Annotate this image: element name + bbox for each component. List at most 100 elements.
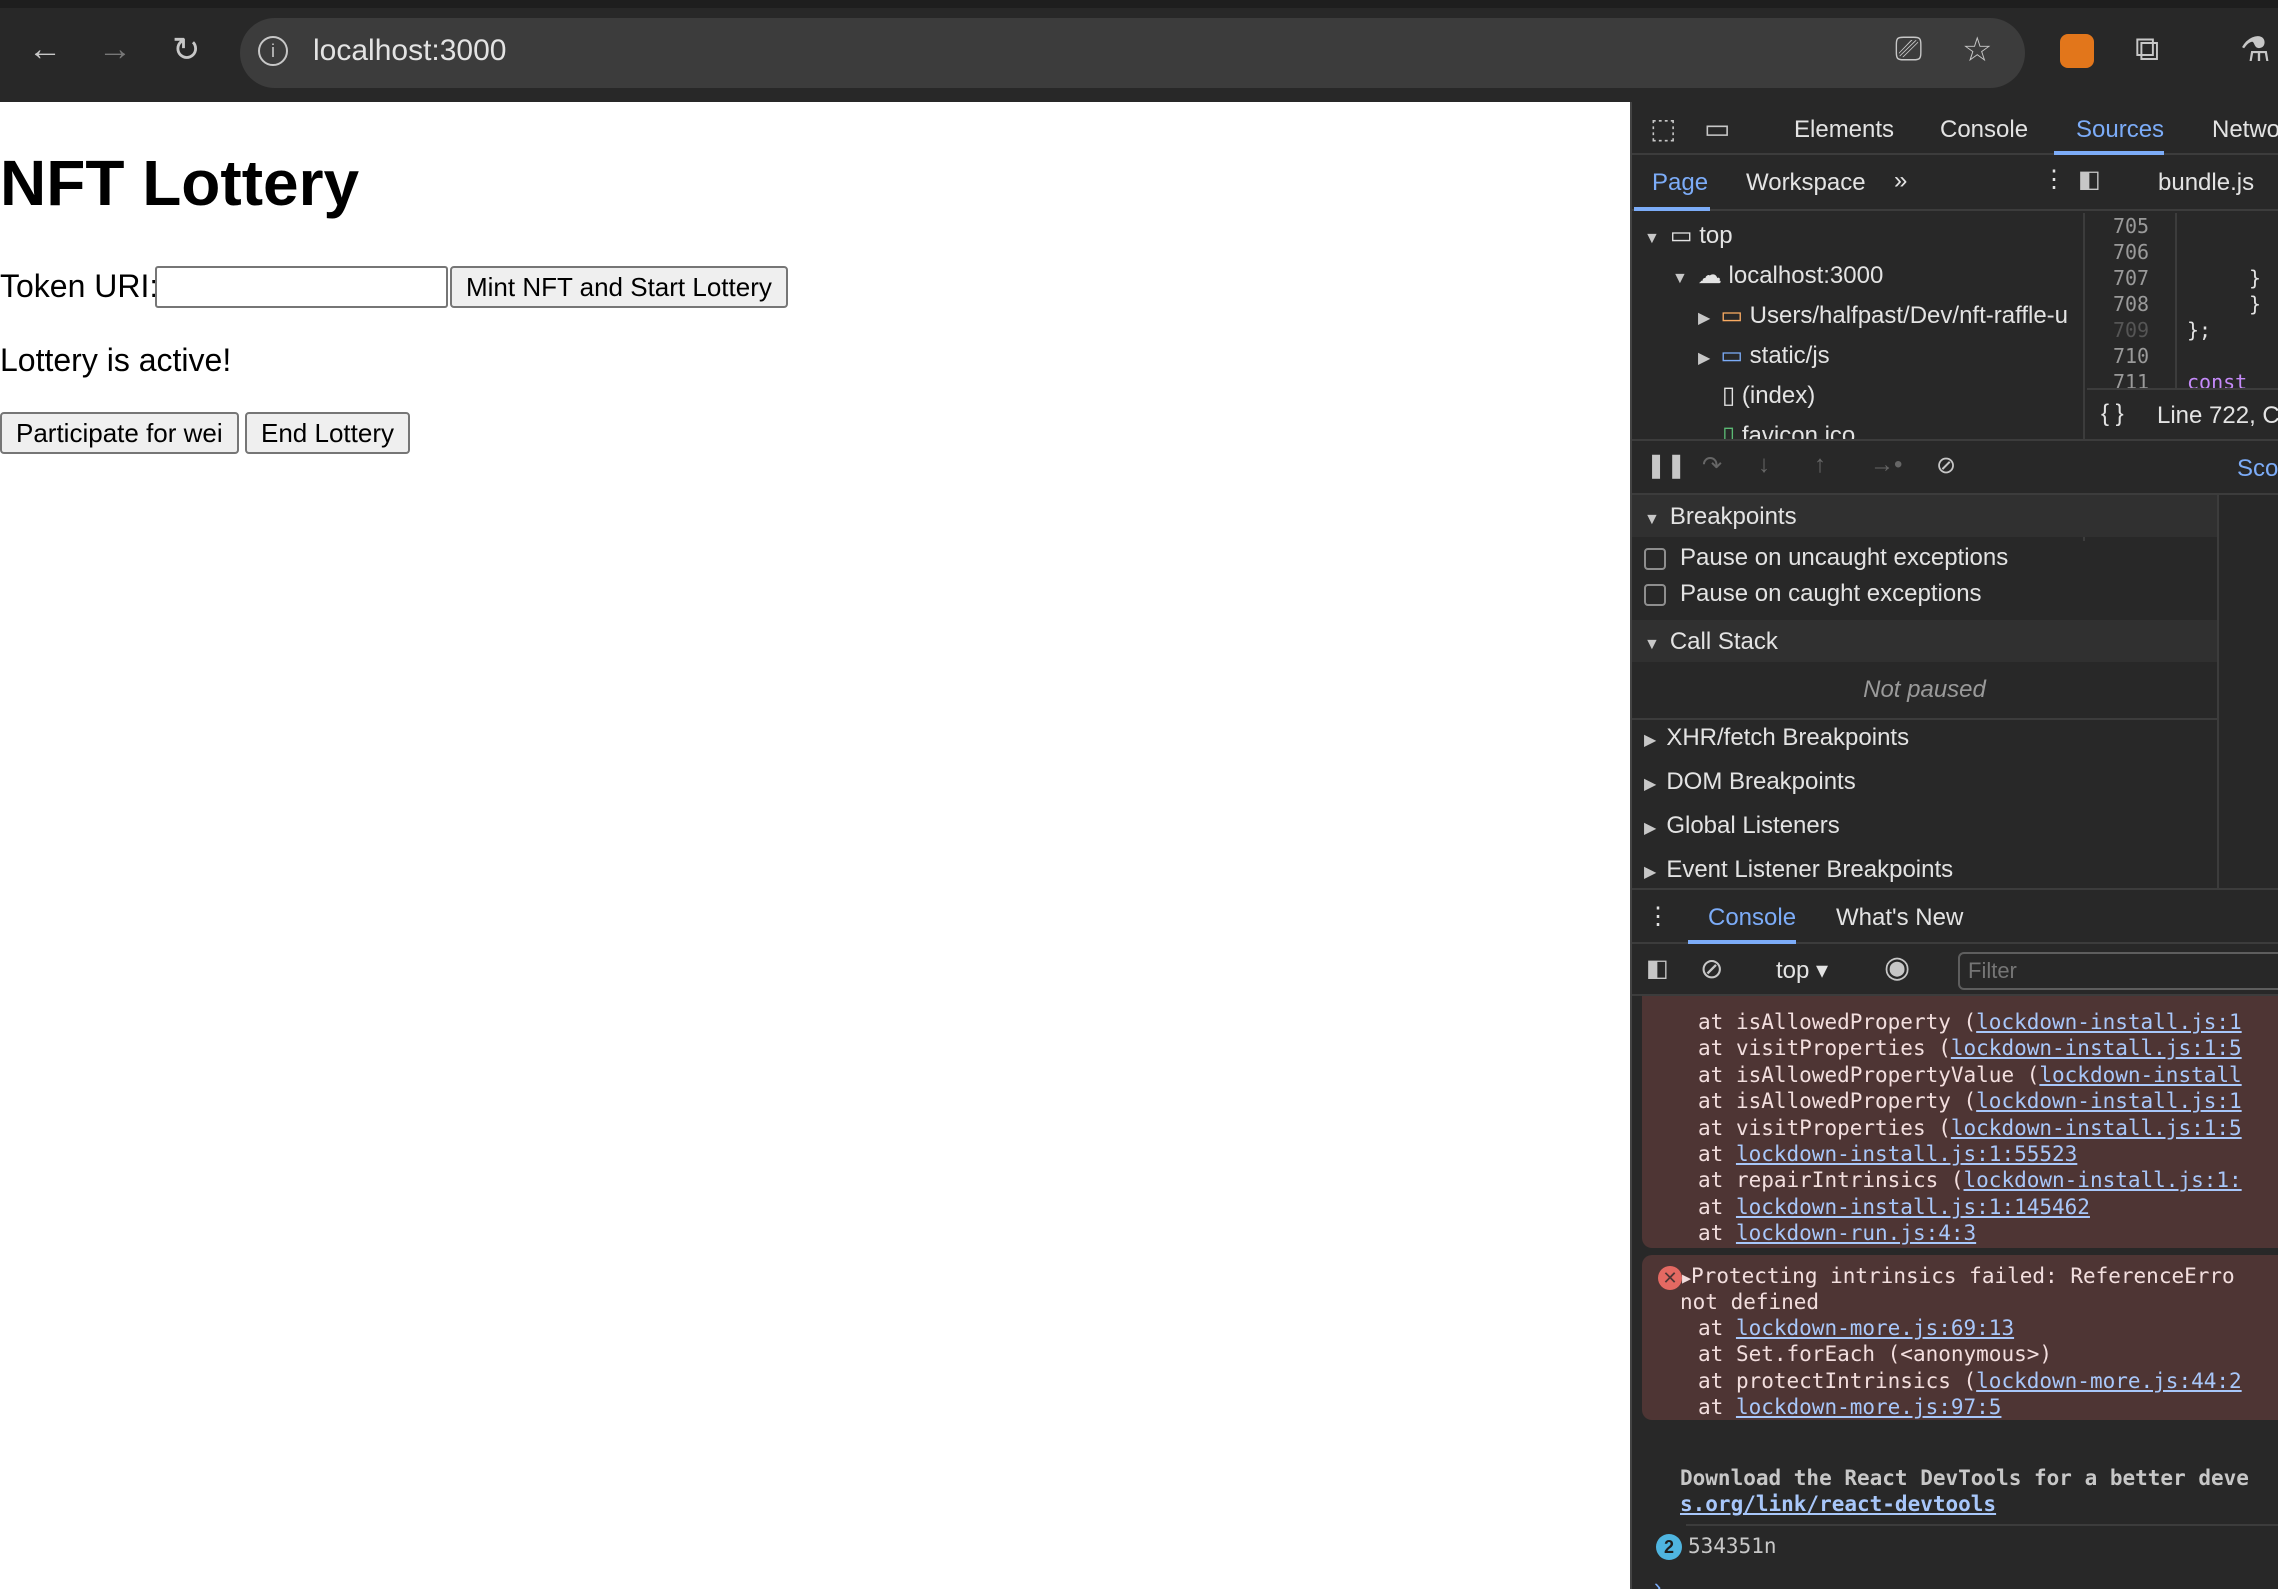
source-link[interactable]: lockdown-install.js:1:145462: [1736, 1195, 2090, 1219]
extensions-icon[interactable]: ⧉: [2135, 30, 2159, 69]
console-filter-input[interactable]: [1958, 952, 2278, 990]
react-devtools-link[interactable]: s.org/link/react-devtools: [1680, 1492, 1996, 1516]
participate-button[interactable]: Participate for wei: [0, 412, 239, 454]
stack-frame: at visitProperties (lockdown-install.js:…: [1698, 1036, 2242, 1061]
dom-breakpoints-header[interactable]: ▶ DOM Breakpoints: [1644, 768, 1856, 796]
menu-kebab-icon[interactable]: ⋮: [2042, 165, 2066, 194]
url-text[interactable]: localhost:3000: [313, 34, 506, 68]
source-link[interactable]: lockdown-install.js:1: [1976, 1089, 2242, 1113]
clear-console-icon[interactable]: ⊘: [1700, 952, 1723, 985]
step-out-icon[interactable]: ↑: [1814, 451, 1826, 479]
token-uri-input[interactable]: [155, 266, 448, 308]
source-link[interactable]: lockdown-more.js:97:5: [1736, 1395, 2002, 1419]
browser-toolbar: ← → ↻ i localhost:3000 ⎚ ☆ ⧉ ⚗: [0, 0, 2278, 102]
log-value: 534351n: [1688, 1534, 1777, 1558]
devtools-panel: ⬚ ▭ Elements Console Sources Netwo Page …: [1630, 102, 2278, 1589]
source-link[interactable]: lockdown-install.js:1: [1976, 1010, 2242, 1034]
source-link[interactable]: lockdown-install.js:1:55523: [1736, 1142, 2077, 1166]
breakpoints-header[interactable]: ▼ Breakpoints: [1632, 495, 2217, 537]
tree-item-localhost[interactable]: ▼ ☁ localhost:3000: [1672, 261, 1883, 290]
pause-caught-checkbox[interactable]: Pause on caught exceptions: [1644, 580, 1982, 608]
stack-frame: at lockdown-more.js:69:13: [1698, 1316, 2015, 1340]
page-title: NFT Lottery: [0, 147, 360, 219]
source-link[interactable]: lockdown-run.js:4:3: [1736, 1221, 1976, 1245]
drawer-tab-whats-new[interactable]: What's New: [1836, 904, 1963, 932]
tab-console[interactable]: Console: [1940, 116, 2028, 144]
tab-workspace[interactable]: Workspace: [1746, 169, 1866, 197]
tab-scope[interactable]: Sco: [2237, 455, 2278, 483]
site-info-icon[interactable]: i: [258, 36, 288, 66]
tree-item-index[interactable]: ▯ (index): [1722, 381, 1815, 410]
stack-frame: at isAllowedPropertyValue (lockdown-inst…: [1698, 1062, 2242, 1087]
stack-frame: at Set.forEach (<anonymous>): [1698, 1342, 2053, 1367]
not-paused-text: Not paused: [1863, 676, 1986, 703]
live-expression-eye-icon[interactable]: ◉: [1884, 950, 1910, 985]
tree-item-users-folder[interactable]: ▶ ▭ Users/halfpast/Dev/nft-raffle-u: [1698, 301, 2068, 330]
console-toolbar: ◧ ⊘ top ▾ ◉: [1632, 944, 2278, 996]
error-message[interactable]: ▶Protecting intrinsics failed: Reference…: [1682, 1264, 2278, 1288]
drawer-tab-console[interactable]: Console: [1708, 904, 1796, 932]
toggle-navigator-icon[interactable]: ◧: [2078, 165, 2101, 194]
context-select[interactable]: top ▾: [1776, 956, 1828, 985]
tab-elements[interactable]: Elements: [1794, 116, 1894, 144]
source-link[interactable]: lockdown-install.js:1:5: [1951, 1116, 2242, 1140]
debugger-toolbar: ❚❚ ↷ ↓ ↑ →• ⊘ Sco: [1632, 439, 2278, 495]
stack-frame: at protectIntrinsics (lockdown-more.js:4…: [1698, 1368, 2242, 1393]
lottery-status: Lottery is active!: [0, 342, 232, 378]
pause-uncaught-checkbox[interactable]: Pause on uncaught exceptions: [1644, 544, 2008, 572]
step-into-icon[interactable]: ↓: [1758, 451, 1770, 479]
stack-frame: at lockdown-more.js:97:5: [1698, 1395, 2002, 1420]
metamask-icon[interactable]: [2060, 34, 2094, 68]
folder-icon: ▭: [1720, 302, 1750, 329]
end-lottery-button[interactable]: End Lottery: [245, 412, 410, 454]
inspect-element-icon[interactable]: ⬚: [1650, 112, 1676, 145]
call-stack-header[interactable]: ▼ Call Stack: [1632, 620, 2217, 662]
labs-icon[interactable]: ⚗: [2240, 30, 2270, 70]
tree-item-static-folder[interactable]: ▶ ▭ static/js: [1698, 341, 1830, 370]
install-icon[interactable]: ⎚: [1895, 30, 1922, 69]
mint-button[interactable]: Mint NFT and Start Lottery: [450, 266, 788, 308]
editor-status-bar: { } Line 722, Co: [2087, 388, 2278, 439]
code-editor[interactable]: 705706707708709710711 }}}; consttry: [2087, 213, 2278, 388]
back-icon[interactable]: ←: [28, 30, 62, 69]
react-devtools-message: Download the React DevTools for a better…: [1680, 1466, 2249, 1490]
address-bar[interactable]: [240, 18, 2025, 88]
error-icon: ✕: [1658, 1266, 1682, 1290]
deactivate-breakpoints-icon[interactable]: ⊘: [1936, 451, 1956, 480]
tab-page[interactable]: Page: [1652, 169, 1708, 197]
drawer-menu-icon[interactable]: ⋮: [1646, 902, 1670, 931]
cursor-position: Line 722, Co: [2157, 402, 2278, 429]
page-content: NFT Lottery Token URI: Mint NFT and Star…: [0, 102, 1630, 1589]
pretty-print-icon[interactable]: { }: [2101, 400, 2124, 428]
tab-sources[interactable]: Sources: [2076, 116, 2164, 144]
global-listeners-header[interactable]: ▶ Global Listeners: [1644, 812, 1840, 840]
line-gutter: 705 706 707 708 709 710 711: [2087, 213, 2177, 388]
console-prompt-icon[interactable]: ›: [1654, 1574, 1661, 1589]
event-listener-breakpoints-header[interactable]: ▶ Event Listener Breakpoints: [1644, 856, 1953, 884]
cloud-icon: ☁: [1697, 262, 1729, 289]
step-over-icon[interactable]: ↷: [1702, 451, 1722, 480]
file-tab-bundle[interactable]: bundle.js: [2158, 169, 2254, 197]
device-toolbar-icon[interactable]: ▭: [1704, 112, 1730, 145]
sidebar-toggle-icon[interactable]: ◧: [1646, 954, 1669, 983]
source-link[interactable]: lockdown-install.js:1:5: [1951, 1036, 2242, 1060]
reload-icon[interactable]: ↻: [172, 30, 201, 70]
frame-icon: ▭: [1669, 222, 1700, 249]
tab-network[interactable]: Netwo: [2212, 116, 2278, 144]
forward-icon[interactable]: →: [98, 30, 132, 69]
source-link[interactable]: lockdown-more.js:44:2: [1976, 1369, 2242, 1393]
step-icon[interactable]: →•: [1870, 451, 1902, 479]
stack-frame: at repairIntrinsics (lockdown-install.js…: [1698, 1168, 2242, 1193]
stack-frame: at isAllowedProperty (lockdown-install.j…: [1698, 1010, 2242, 1034]
xhr-breakpoints-header[interactable]: ▶ XHR/fetch Breakpoints: [1644, 724, 1909, 752]
more-tabs-icon[interactable]: »: [1894, 167, 1907, 195]
tree-item-top[interactable]: ▼ ▭ top: [1644, 221, 1733, 250]
pause-icon[interactable]: ❚❚: [1646, 451, 1686, 480]
console-output: at isAllowedProperty (lockdown-install.j…: [1632, 996, 2278, 1589]
bookmark-star-icon[interactable]: ☆: [1962, 30, 1992, 70]
source-link[interactable]: lockdown-install: [2039, 1063, 2241, 1087]
code-lines: }}}; consttry: [2187, 266, 2262, 388]
source-link[interactable]: lockdown-more.js:69:13: [1736, 1316, 2014, 1340]
stack-frame: at lockdown-install.js:1:145462: [1698, 1194, 2090, 1219]
source-link[interactable]: lockdown-install.js:1:: [1964, 1168, 2242, 1192]
